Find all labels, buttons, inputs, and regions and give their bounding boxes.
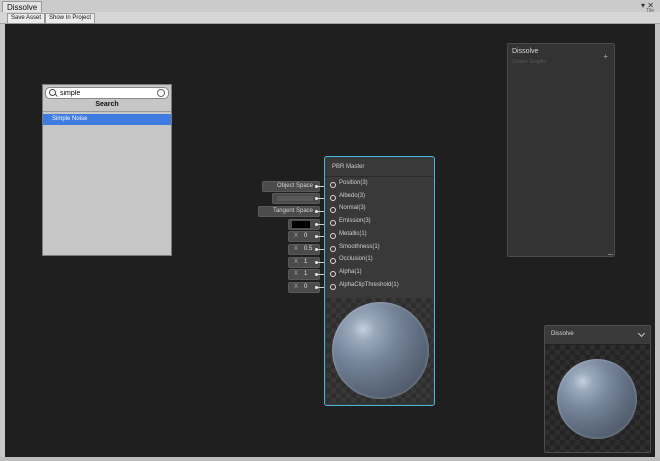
slot-default-input[interactable]: X1 (288, 256, 320, 268)
axis-label: X (294, 284, 299, 291)
input-port-icon[interactable] (330, 220, 336, 227)
search-result-simple-noise[interactable]: Simple Noise (43, 114, 171, 125)
clear-search-icon[interactable] (157, 89, 165, 97)
node-search-window: Search Simple Noise (42, 84, 172, 256)
input-port-icon[interactable] (330, 232, 336, 239)
slot-default-input[interactable] (288, 218, 320, 230)
input-port-icon[interactable] (330, 194, 336, 201)
main-preview-title: Dissolve (551, 331, 574, 337)
slot-label: Position(3) (339, 180, 368, 186)
input-port-icon[interactable] (330, 245, 336, 252)
main-preview-header: Dissolve (545, 326, 650, 345)
slot-space-value: Object Space (276, 182, 313, 189)
slot-label: Emission(3) (339, 218, 371, 225)
node-slot[interactable]: Position(3) (325, 179, 434, 192)
axis-label: X (294, 258, 299, 265)
search-header: Search (43, 99, 171, 112)
slot-label: Albedo(3) (339, 192, 366, 199)
input-port-icon[interactable] (330, 283, 336, 290)
input-port-icon[interactable] (330, 258, 336, 265)
slot-default-input[interactable]: X1 (288, 269, 320, 281)
blackboard-panel[interactable]: Dissolve Shader Graphs + (507, 43, 615, 257)
slot-label: Normal(3) (339, 205, 366, 212)
node-slot[interactable]: Occlusion(1) (325, 255, 434, 268)
blackboard-subtitle: Shader Graphs (512, 59, 546, 65)
numeric-value[interactable]: 1 (304, 258, 307, 267)
input-port-icon[interactable] (330, 182, 336, 188)
add-property-icon[interactable]: + (603, 53, 608, 61)
slot-default-input[interactable]: X0 (288, 231, 320, 243)
main-preview-body[interactable] (545, 345, 650, 452)
color-swatch-empty (277, 196, 313, 202)
slot-space-value: Tangent Space (272, 207, 313, 214)
save-asset-button[interactable]: Save Asset (7, 13, 46, 24)
show-in-project-button[interactable]: Show In Project (45, 13, 96, 24)
resize-grip-icon[interactable] (608, 254, 613, 255)
preview-sphere (557, 359, 637, 439)
blackboard-title: Dissolve (512, 48, 539, 55)
node-slot[interactable]: Metallic(1) (325, 230, 434, 243)
numeric-value[interactable]: 0 (304, 232, 307, 241)
window-bottom-strip (0, 457, 660, 461)
numeric-value[interactable]: 1 (304, 270, 307, 279)
node-preview (326, 298, 433, 404)
slot-default-input[interactable]: X 0.5 (288, 244, 320, 255)
numeric-value[interactable]: 0.5 (304, 245, 312, 254)
node-slot[interactable]: Emission(3) (325, 217, 434, 230)
axis-label: X (294, 271, 299, 278)
node-title: PBR Master (332, 164, 365, 170)
node-slot[interactable]: Albedo(3) (325, 192, 434, 205)
slot-label: Metallic(1) (339, 230, 367, 237)
slot-label: Smoothness(1) (339, 243, 380, 250)
slot-label: Alpha(1) (339, 268, 362, 275)
chevron-down-icon[interactable] (639, 330, 645, 336)
slot-default-input[interactable] (272, 193, 320, 205)
node-slot[interactable]: Alpha(1) (325, 268, 434, 281)
node-divider (325, 176, 434, 177)
search-input[interactable] (60, 88, 156, 98)
node-slot[interactable]: Normal(3) (325, 204, 434, 217)
node-slot[interactable]: Smoothness(1) (325, 243, 434, 256)
search-icon (49, 89, 56, 96)
axis-label: X (294, 233, 299, 240)
node-slot[interactable]: AlphaClipThreshold(1) (325, 281, 434, 294)
color-swatch[interactable] (292, 220, 310, 228)
preview-sphere (332, 302, 429, 399)
graph-toolbar: Save Asset Show In Project (0, 12, 660, 24)
slot-label: Occlusion(1) (339, 256, 373, 263)
numeric-value[interactable]: 0 (304, 283, 307, 292)
slot-default-input[interactable]: X0 (288, 282, 320, 294)
search-field[interactable] (45, 87, 169, 99)
input-port-icon[interactable] (330, 270, 336, 277)
input-port-icon[interactable] (330, 207, 336, 214)
main-preview-window[interactable]: Dissolve (544, 325, 651, 453)
pbr-master-node[interactable]: PBR Master Position(3) Albedo(3) Normal(3)… (324, 156, 435, 406)
slot-label: AlphaClipThreshold(1) (339, 281, 399, 288)
slot-default-input[interactable]: Tangent Space (258, 205, 320, 217)
axis-label: X (294, 246, 299, 252)
slot-default-input[interactable]: Object Space (262, 180, 320, 192)
